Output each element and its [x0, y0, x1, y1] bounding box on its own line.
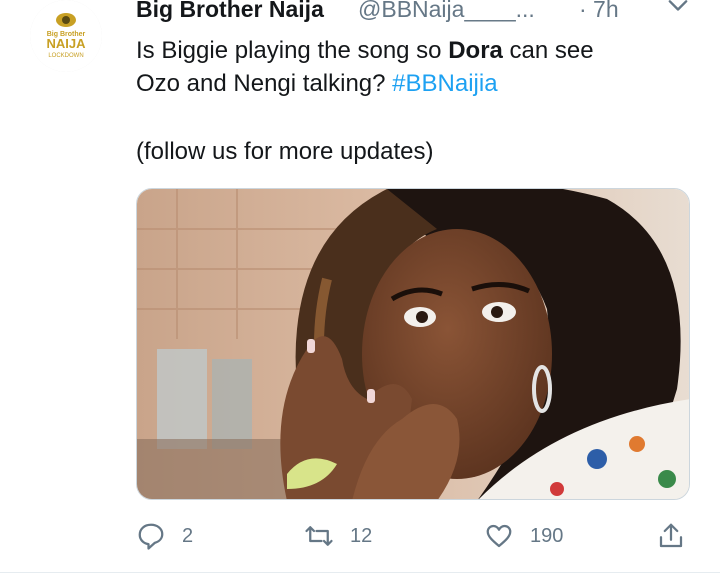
bbnaija-logo: Big Brother NAIJA LOCKDOWN [30, 0, 102, 72]
reply-count: 2 [182, 524, 194, 547]
follow-text: (follow us for more updates) [136, 138, 434, 165]
share-button[interactable] [656, 518, 686, 554]
tweet-timestamp[interactable]: · 7h [579, 0, 619, 23]
tweet-text-line-1: Is Biggie playing the song so Dora can s… [136, 34, 696, 67]
media-image [137, 189, 689, 499]
hashtag-link[interactable]: #BBNaijia [392, 70, 497, 97]
tweet-text-line-2: Ozo and Nengi talking? #BBNaijia [136, 67, 696, 100]
retweet-count: 12 [350, 524, 373, 547]
share-icon [659, 523, 683, 548]
tweet-header: Big Brother Naija @BBNaija____... · 7h [136, 0, 700, 26]
like-button[interactable]: 190 [484, 518, 563, 554]
retweet-icon [305, 526, 333, 546]
heart-icon [486, 524, 512, 548]
avatar[interactable]: Big Brother NAIJA LOCKDOWN [30, 0, 102, 72]
author-handle[interactable]: @BBNaija____... [358, 0, 535, 23]
text-segment: Is Biggie playing the song so [136, 37, 449, 64]
tweet-actions: 2 12 190 [136, 518, 696, 554]
author-name[interactable]: Big Brother Naija [136, 0, 324, 23]
text-segment: Ozo and Nengi talking? [136, 70, 393, 97]
reply-button[interactable]: 2 [136, 518, 193, 554]
mention-dora: Dora [448, 37, 503, 64]
retweet-button[interactable]: 12 [304, 518, 372, 554]
tweet-text: Is Biggie playing the song so Dora can s… [136, 34, 696, 100]
text-segment: can see [502, 37, 594, 64]
tweet-divider [0, 572, 720, 573]
tweet-media[interactable] [136, 188, 690, 500]
svg-text:NAIJA: NAIJA [46, 36, 86, 51]
chevron-down-icon[interactable] [664, 0, 692, 20]
reply-icon [138, 523, 164, 550]
like-count: 190 [530, 524, 564, 547]
svg-text:LOCKDOWN: LOCKDOWN [48, 53, 83, 59]
